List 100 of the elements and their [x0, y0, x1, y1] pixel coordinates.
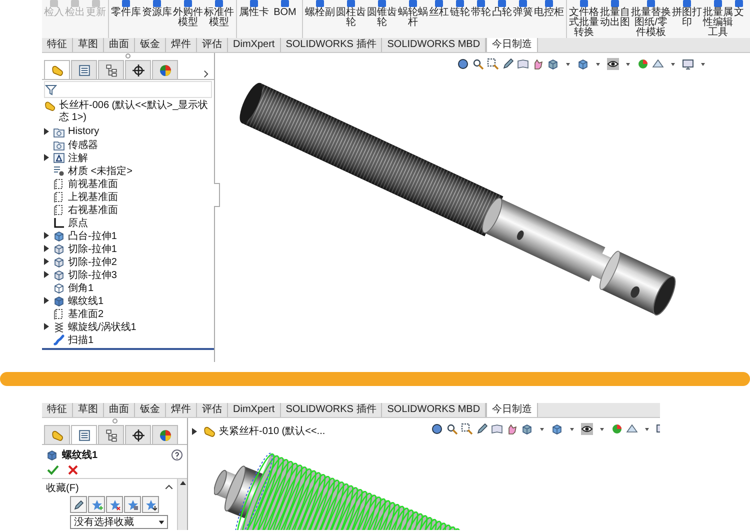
tree-item[interactable]: 传感器: [42, 138, 214, 151]
magnifier-icon[interactable]: [461, 423, 473, 435]
tree-item[interactable]: 扫描1: [42, 333, 214, 346]
command-tab[interactable]: 焊件: [166, 403, 197, 417]
favorites-dropdown[interactable]: 没有选择收藏: [70, 515, 168, 529]
arrow-up-icon[interactable]: [178, 479, 186, 487]
tree-item[interactable]: 上视基准面: [42, 190, 214, 203]
command-tab[interactable]: SOLIDWORKS 插件: [280, 403, 382, 417]
expand-arrow-icon[interactable]: [44, 128, 49, 135]
toolbar-button[interactable]: 标准件模型: [204, 0, 234, 38]
favorite-button[interactable]: [124, 496, 141, 513]
toolbar-button[interactable]: BOM: [270, 0, 300, 38]
panel-tab[interactable]: [98, 60, 124, 79]
toolbar-button[interactable]: 外购件模型: [173, 0, 203, 38]
tree-item[interactable]: 螺旋线/涡状线1: [42, 320, 214, 333]
tree-item[interactable]: 右视基准面: [42, 203, 214, 216]
help-icon[interactable]: [171, 449, 183, 461]
toolbar-button[interactable]: 带轮: [471, 0, 491, 38]
toolbar-button[interactable]: 文: [734, 0, 744, 38]
tree-item[interactable]: 前视基准面: [42, 177, 214, 190]
tree-root[interactable]: 长丝杆-006 (默认<<默认>_显示状态 1>): [42, 99, 214, 125]
favorite-button[interactable]: [106, 496, 123, 513]
part-name[interactable]: 夹紧丝杆-010 (默认<<...: [203, 424, 326, 438]
chevron-icon[interactable]: [202, 69, 210, 79]
tree-item[interactable]: 切除-拉伸3: [42, 268, 214, 281]
sphere-icon[interactable]: [457, 58, 469, 70]
toolbar-button[interactable]: 批量替换图纸/零件模板: [631, 0, 671, 38]
cube-icon[interactable]: [547, 58, 559, 70]
color-ball-icon[interactable]: [611, 423, 623, 435]
cube-icon[interactable]: [577, 58, 589, 70]
toolbar-button[interactable]: 弹簧: [513, 0, 533, 38]
book-icon[interactable]: [517, 58, 529, 70]
eye-icon[interactable]: [607, 58, 619, 70]
filter-field[interactable]: [44, 81, 212, 98]
panel-tab[interactable]: [98, 425, 124, 444]
toolbar-button[interactable]: 批量属性编辑工具: [703, 0, 733, 38]
expand-arrow-icon[interactable]: [44, 323, 49, 330]
tree-item[interactable]: 材质 <未指定>: [42, 164, 214, 177]
tree-item[interactable]: 基准面2: [42, 307, 214, 320]
toolbar-button[interactable]: 属性卡: [239, 0, 269, 38]
favorite-button[interactable]: [142, 496, 159, 513]
command-tab[interactable]: 钣金: [135, 38, 166, 52]
command-tab[interactable]: SOLIDWORKS 插件: [280, 38, 382, 52]
pencil-icon[interactable]: [502, 58, 514, 70]
toolbar-button[interactable]: 链轮: [450, 0, 470, 38]
color-ball-icon[interactable]: [637, 58, 649, 70]
toolbar-button[interactable]: 螺栓副: [305, 0, 335, 38]
magnifier-icon[interactable]: [487, 58, 499, 70]
toolbar-button[interactable]: 圆柱齿轮: [336, 0, 366, 38]
magnifier-icon[interactable]: [472, 58, 484, 70]
splitter-handle[interactable]: [125, 53, 131, 59]
toolbar-button[interactable]: 圆锥齿轮: [367, 0, 397, 38]
caret-down-icon[interactable]: [157, 518, 166, 526]
magnifier-icon[interactable]: [446, 423, 458, 435]
panel-tab[interactable]: [71, 60, 97, 79]
command-tab[interactable]: 特征: [42, 403, 73, 417]
command-tab[interactable]: 今日制造: [486, 38, 538, 52]
command-tab[interactable]: DimXpert: [228, 403, 281, 417]
tree-item[interactable]: 注解: [42, 151, 214, 164]
expand-arrow-icon[interactable]: [44, 297, 49, 304]
tree-item[interactable]: 螺纹线1: [42, 294, 214, 307]
tree-item[interactable]: 凸台-拉伸1: [42, 229, 214, 242]
command-tab[interactable]: 评估: [197, 38, 228, 52]
expand-arrow-icon[interactable]: [192, 428, 199, 434]
command-tab[interactable]: 曲面: [104, 403, 135, 417]
pencil-icon[interactable]: [476, 423, 488, 435]
tree-item[interactable]: 原点: [42, 216, 214, 229]
tree-item[interactable]: History: [42, 125, 214, 138]
panel-tab[interactable]: [125, 60, 151, 79]
command-tab[interactable]: 曲面: [104, 38, 135, 52]
eye-icon[interactable]: [581, 423, 593, 435]
tree-item[interactable]: 切除-拉伸2: [42, 255, 214, 268]
toolbar-button[interactable]: 资源库: [142, 0, 172, 38]
toolbar-button[interactable]: 蜗轮蜗杆: [398, 0, 428, 38]
close-icon[interactable]: [67, 464, 79, 476]
tree-item[interactable]: 倒角1: [42, 281, 214, 294]
toolbar-button[interactable]: 批量自动出图: [600, 0, 630, 38]
toolbar-button[interactable]: 电控柜: [534, 0, 564, 38]
toolbar-button[interactable]: 丝杠: [429, 0, 449, 38]
command-tab[interactable]: DimXpert: [228, 38, 281, 52]
tree-item[interactable]: 切除-拉伸1: [42, 242, 214, 255]
panel-tab[interactable]: [71, 425, 97, 444]
toolbar-button[interactable]: 文件格式批量转换: [569, 0, 599, 38]
command-tab[interactable]: 今日制造: [486, 403, 538, 417]
expand-arrow-icon[interactable]: [44, 154, 49, 161]
panel-collapse-handle[interactable]: [214, 183, 220, 207]
cube-icon[interactable]: [521, 423, 533, 435]
book-icon[interactable]: [491, 423, 503, 435]
toolbar-button[interactable]: 拼图打印: [672, 0, 702, 38]
command-tab[interactable]: 草图: [73, 403, 104, 417]
favorite-button[interactable]: [70, 496, 87, 513]
command-tab[interactable]: 焊件: [166, 38, 197, 52]
command-tab[interactable]: 钣金: [135, 403, 166, 417]
sphere-icon[interactable]: [431, 423, 443, 435]
command-tab[interactable]: 评估: [197, 403, 228, 417]
command-tab[interactable]: 特征: [42, 38, 73, 52]
toolbar-button[interactable]: 零件库: [111, 0, 141, 38]
command-tab[interactable]: 草图: [73, 38, 104, 52]
toolbar-button[interactable]: 凸轮: [492, 0, 512, 38]
panel-tab[interactable]: [125, 425, 151, 444]
